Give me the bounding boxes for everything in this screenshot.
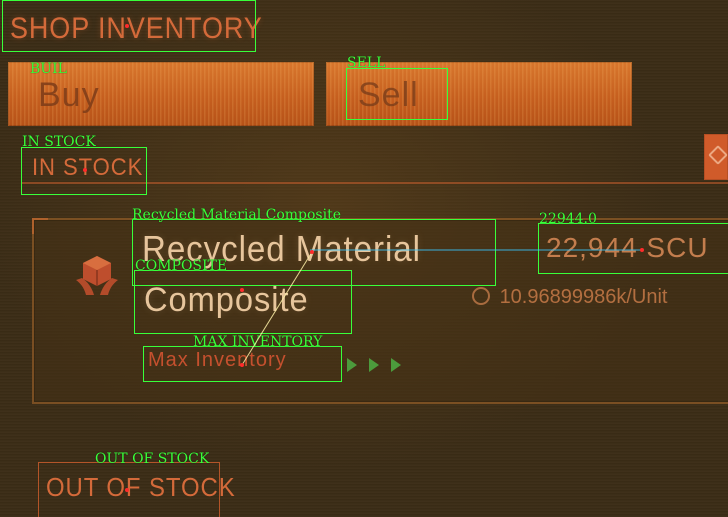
section-divider bbox=[22, 182, 728, 184]
annotation-label-quantity: 22944.0 bbox=[539, 211, 597, 227]
diamond-icon[interactable] bbox=[704, 134, 728, 180]
annotation-label-out-of-stock: OUT OF STOCK bbox=[95, 451, 210, 467]
annotation-label-composite: COMPOSITE bbox=[135, 258, 228, 274]
annotation-label-max-inventory: MAX INVENTORY bbox=[193, 334, 323, 350]
page-title: SHOP INVENTORY bbox=[10, 12, 263, 45]
annotation-label-buy: BUIL bbox=[30, 61, 67, 77]
sell-button[interactable]: Sell bbox=[326, 62, 632, 126]
item-name-line-2: Composite bbox=[144, 281, 309, 319]
max-inventory-label: Max Inventory bbox=[148, 349, 287, 371]
coin-icon bbox=[472, 287, 490, 305]
buy-label: Buy bbox=[38, 76, 100, 114]
item-price-text: 10.96899986k/Unit bbox=[499, 286, 668, 308]
annotation-label-recycled: Recycled Material Composite bbox=[132, 207, 342, 223]
item-quantity: 22,944 SCU bbox=[546, 232, 709, 263]
annotation-label-in-stock: IN STOCK bbox=[22, 134, 96, 150]
sell-label: Sell bbox=[358, 76, 419, 114]
triple-chevron-icon bbox=[347, 358, 401, 372]
annotation-label-sell: SELL bbox=[347, 55, 386, 71]
hands-holding-crate-icon bbox=[76, 256, 118, 295]
in-stock-section-title: IN STOCK bbox=[32, 154, 144, 181]
out-of-stock-section-title: OUT OF STOCK bbox=[46, 472, 236, 502]
item-price: 10.96899986k/Unit bbox=[472, 285, 667, 309]
